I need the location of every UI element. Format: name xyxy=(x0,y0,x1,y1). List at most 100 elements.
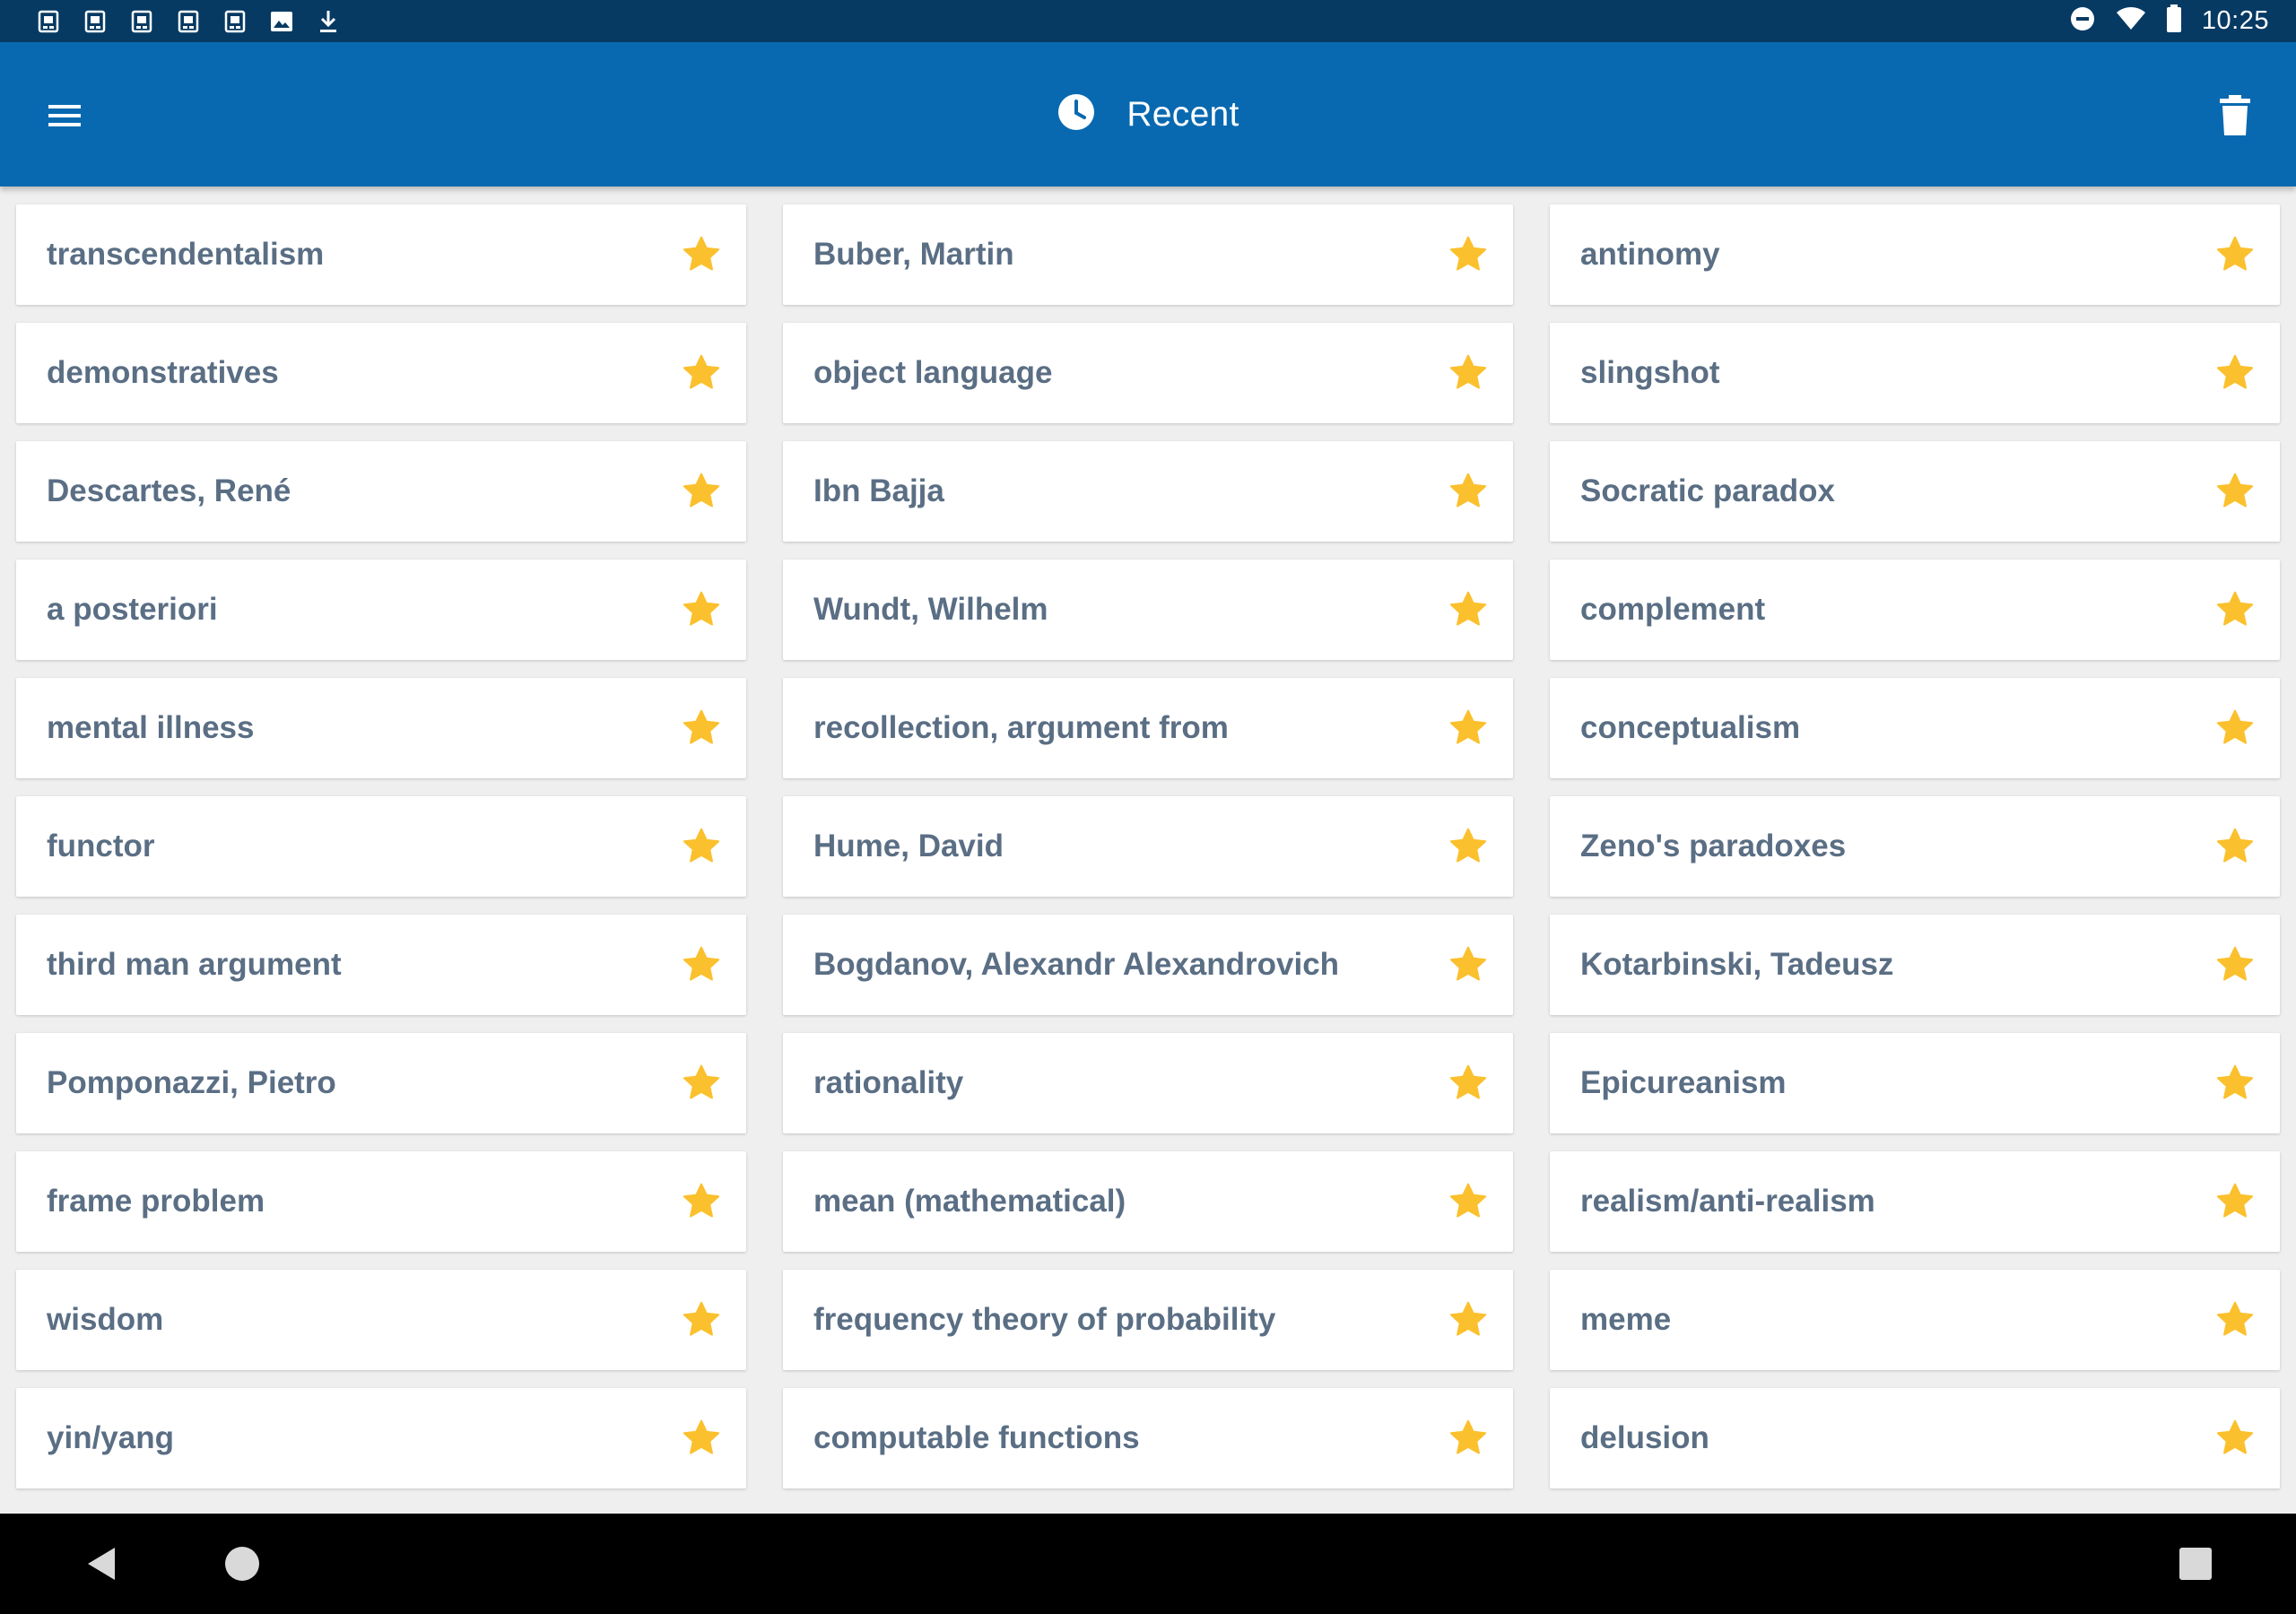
list-item[interactable]: wisdom xyxy=(16,1270,746,1370)
star-icon[interactable] xyxy=(674,1175,728,1228)
list-item[interactable]: Kotarbinski, Tadeusz xyxy=(1550,915,2280,1015)
list-item[interactable]: mean (mathematical) xyxy=(783,1151,1513,1252)
list-item[interactable]: object language xyxy=(783,323,1513,423)
list-item[interactable]: transcendentalism xyxy=(16,204,746,305)
star-icon[interactable] xyxy=(2208,1175,2262,1228)
star-icon[interactable] xyxy=(1441,464,1495,518)
star-icon[interactable] xyxy=(1441,346,1495,400)
star-icon[interactable] xyxy=(674,701,728,755)
download-icon xyxy=(316,9,341,34)
star-icon[interactable] xyxy=(2208,464,2262,518)
list-item[interactable]: frame problem xyxy=(16,1151,746,1252)
hamburger-menu-icon[interactable] xyxy=(36,87,93,144)
trash-icon[interactable] xyxy=(2206,87,2264,144)
list-item[interactable]: Descartes, René xyxy=(16,441,746,542)
star-icon[interactable] xyxy=(1441,228,1495,282)
list-item-label: complement xyxy=(1580,592,1766,627)
page-title: Recent xyxy=(1126,94,1239,134)
list-item-label: Wundt, Wilhelm xyxy=(813,592,1048,627)
list-item-label: conceptualism xyxy=(1580,710,1801,745)
list-item[interactable]: third man argument xyxy=(16,915,746,1015)
star-icon[interactable] xyxy=(1441,1293,1495,1347)
list-item[interactable]: frequency theory of probability xyxy=(783,1270,1513,1370)
notification-icons xyxy=(36,0,341,42)
list-item[interactable]: realism/anti-realism xyxy=(1550,1151,2280,1252)
star-icon[interactable] xyxy=(2208,820,2262,873)
star-icon[interactable] xyxy=(674,1293,728,1347)
list-item[interactable]: Epicureanism xyxy=(1550,1033,2280,1133)
star-icon[interactable] xyxy=(674,228,728,282)
recents-square-icon[interactable] xyxy=(2172,1540,2219,1587)
list-item-label: wisdom xyxy=(47,1302,164,1337)
list-item-label: a posteriori xyxy=(47,592,218,627)
star-icon[interactable] xyxy=(674,938,728,992)
star-icon[interactable] xyxy=(674,583,728,637)
list-item-label: object language xyxy=(813,355,1053,390)
list-item[interactable]: Pomponazzi, Pietro xyxy=(16,1033,746,1133)
system-status: 10:25 xyxy=(2069,0,2269,42)
list-item[interactable]: meme xyxy=(1550,1270,2280,1370)
list-item[interactable]: Buber, Martin xyxy=(783,204,1513,305)
list-item[interactable]: Socratic paradox xyxy=(1550,441,2280,542)
star-icon[interactable] xyxy=(1441,701,1495,755)
list-item[interactable]: slingshot xyxy=(1550,323,2280,423)
list-item-label: Bogdanov, Alexandr Alexandrovich xyxy=(813,947,1340,982)
notification-app-icon xyxy=(176,9,201,34)
star-icon[interactable] xyxy=(674,1411,728,1465)
list-item-label: yin/yang xyxy=(47,1420,174,1455)
back-triangle-icon[interactable] xyxy=(77,1540,124,1587)
list-item-label: frequency theory of probability xyxy=(813,1302,1276,1337)
list-item-label: Zeno's paradoxes xyxy=(1580,829,1847,863)
status-bar: 10:25 xyxy=(0,0,2296,42)
list-item-label: Socratic paradox xyxy=(1580,473,1835,508)
list-item[interactable]: Hume, David xyxy=(783,796,1513,897)
list-item[interactable]: Ibn Bajja xyxy=(783,441,1513,542)
list-item-label: realism/anti-realism xyxy=(1580,1184,1875,1219)
list-item[interactable]: a posteriori xyxy=(16,560,746,660)
notification-app-icon xyxy=(36,9,61,34)
home-circle-icon[interactable] xyxy=(219,1540,265,1587)
list-item[interactable]: conceptualism xyxy=(1550,678,2280,778)
list-item[interactable]: complement xyxy=(1550,560,2280,660)
list-item[interactable]: delusion xyxy=(1550,1388,2280,1488)
list-item[interactable]: computable functions xyxy=(783,1388,1513,1488)
list-item-label: recollection, argument from xyxy=(813,710,1229,745)
star-icon[interactable] xyxy=(2208,701,2262,755)
list-item[interactable]: Bogdanov, Alexandr Alexandrovich xyxy=(783,915,1513,1015)
list-item[interactable]: functor xyxy=(16,796,746,897)
list-item-label: frame problem xyxy=(47,1184,265,1219)
list-item[interactable]: Wundt, Wilhelm xyxy=(783,560,1513,660)
list-item[interactable]: rationality xyxy=(783,1033,1513,1133)
list-item[interactable]: demonstratives xyxy=(16,323,746,423)
star-icon[interactable] xyxy=(2208,228,2262,282)
star-icon[interactable] xyxy=(674,1056,728,1110)
list-item[interactable]: Zeno's paradoxes xyxy=(1550,796,2280,897)
star-icon[interactable] xyxy=(2208,938,2262,992)
star-icon[interactable] xyxy=(674,820,728,873)
list-item-label: mental illness xyxy=(47,710,255,745)
star-icon[interactable] xyxy=(1441,1056,1495,1110)
list-item-label: Pomponazzi, Pietro xyxy=(47,1065,336,1100)
list-item[interactable]: antinomy xyxy=(1550,204,2280,305)
wifi-icon xyxy=(2116,6,2146,36)
list-item[interactable]: recollection, argument from xyxy=(783,678,1513,778)
list-item[interactable]: yin/yang xyxy=(16,1388,746,1488)
star-icon[interactable] xyxy=(1441,583,1495,637)
star-icon[interactable] xyxy=(2208,583,2262,637)
star-icon[interactable] xyxy=(2208,346,2262,400)
list-item-label: Ibn Bajja xyxy=(813,473,944,508)
list-item[interactable]: mental illness xyxy=(16,678,746,778)
star-icon[interactable] xyxy=(674,464,728,518)
star-icon[interactable] xyxy=(2208,1293,2262,1347)
star-icon[interactable] xyxy=(2208,1411,2262,1465)
star-icon[interactable] xyxy=(1441,1175,1495,1228)
star-icon[interactable] xyxy=(1441,820,1495,873)
list-item-label: Epicureanism xyxy=(1580,1065,1787,1100)
recent-list[interactable]: transcendentalism Buber, Martin antinomy de… xyxy=(0,187,2296,1514)
star-icon[interactable] xyxy=(1441,938,1495,992)
list-item-label: Hume, David xyxy=(813,829,1004,863)
star-icon[interactable] xyxy=(2208,1056,2262,1110)
star-icon[interactable] xyxy=(1441,1411,1495,1465)
notification-app-icon xyxy=(222,9,248,34)
star-icon[interactable] xyxy=(674,346,728,400)
